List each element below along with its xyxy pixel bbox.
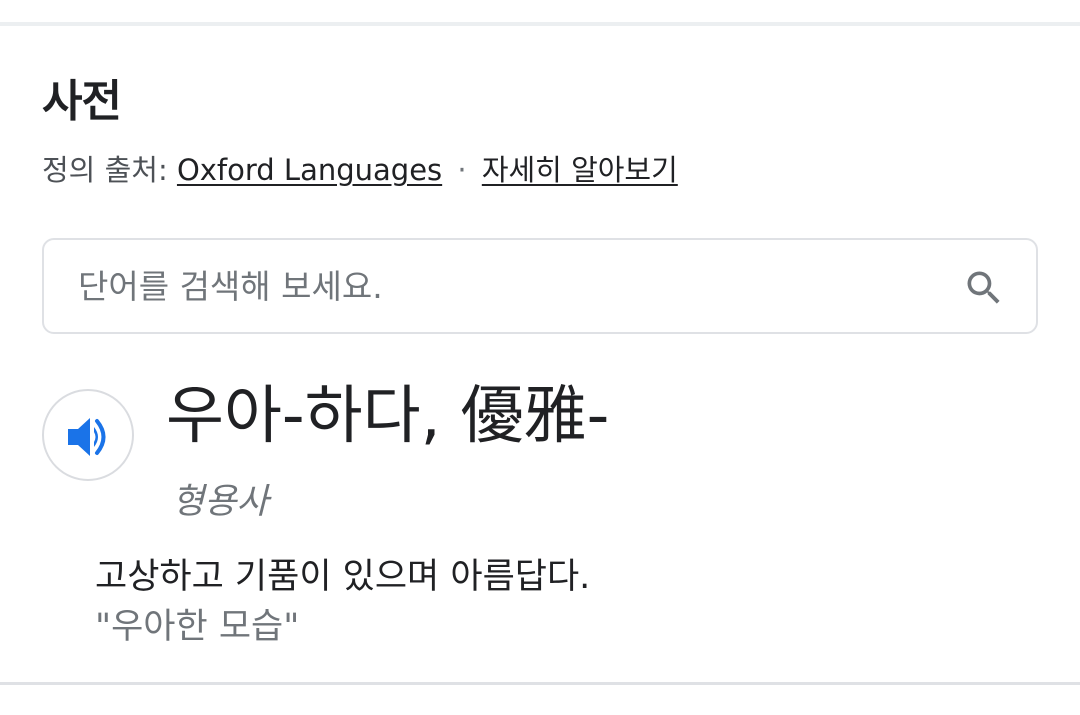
learn-more-link[interactable]: 자세히 알아보기 bbox=[482, 153, 678, 187]
pronunciation-button[interactable] bbox=[42, 389, 134, 481]
part-of-speech: 형용사 bbox=[172, 482, 269, 522]
speaker-icon bbox=[68, 418, 106, 456]
definition-text: 고상하고 기품이 있으며 아름답다. bbox=[95, 557, 591, 597]
top-separator bbox=[0, 0, 1080, 26]
bottom-divider bbox=[0, 682, 1080, 685]
source-prefix: 정의 출처: bbox=[42, 153, 168, 187]
search-icon[interactable] bbox=[962, 266, 1006, 310]
source-line: 정의 출처: Oxford Languages · 자세히 알아보기 bbox=[42, 150, 678, 190]
headword: 우아-하다, 優雅- bbox=[166, 379, 610, 452]
dictionary-search-input[interactable] bbox=[78, 240, 938, 332]
separator-dot: · bbox=[457, 153, 467, 187]
dictionary-heading: 사전 bbox=[42, 76, 122, 127]
example-text: "우아한 모습" bbox=[95, 607, 300, 647]
dictionary-search-box[interactable] bbox=[42, 238, 1038, 334]
oxford-languages-link[interactable]: Oxford Languages bbox=[177, 153, 442, 187]
